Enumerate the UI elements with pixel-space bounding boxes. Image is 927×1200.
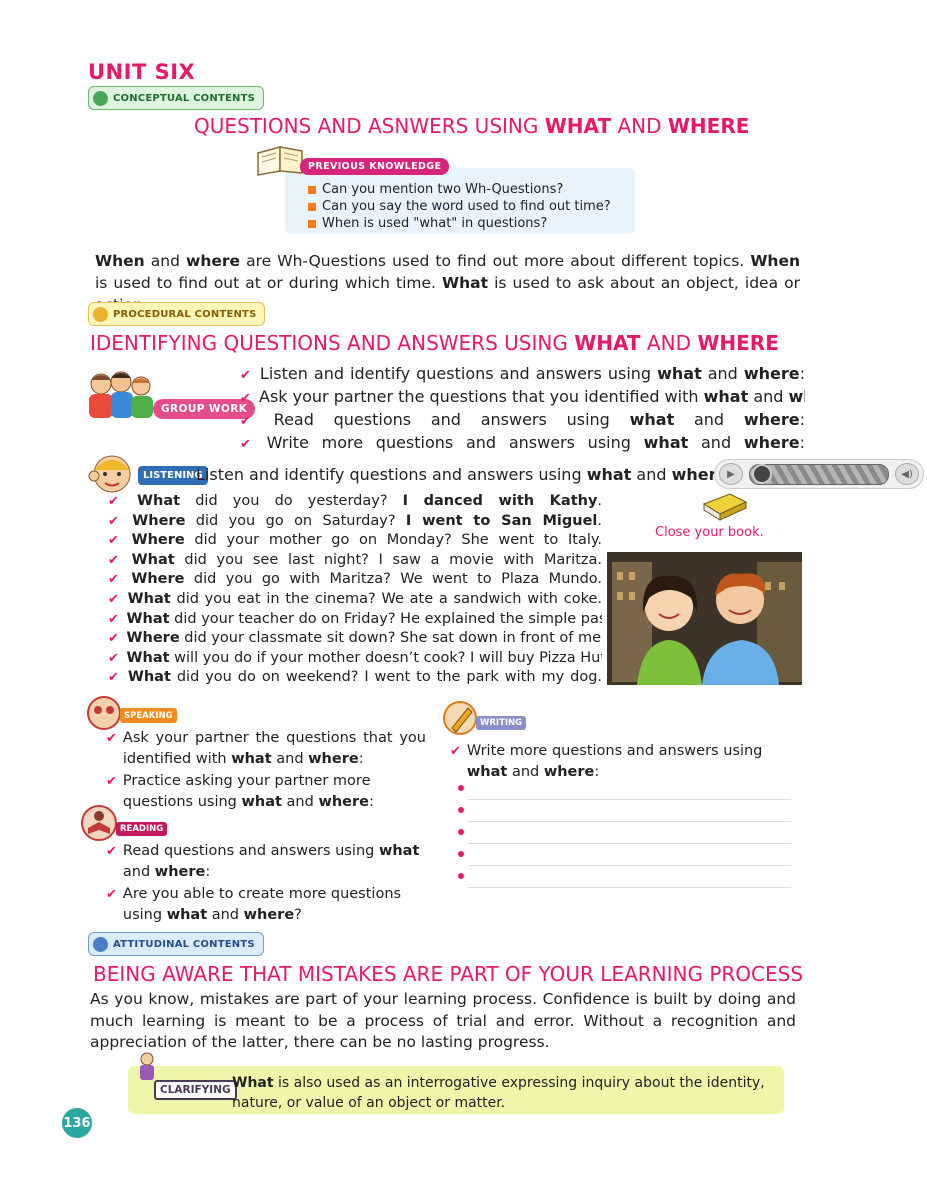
list-item: ✔ Ask your partner the questions that yo… [240,387,805,406]
page-number: 136 [62,1108,92,1138]
list-item: ✔ Read questions and answers using what … [240,410,805,429]
writing-answer-lines [456,778,791,888]
list-item: ✔ What did your teacher do on Friday? He… [108,610,602,627]
group-work-list: ✔ Listen and identify questions and answ… [240,363,805,455]
answer-line[interactable] [458,778,791,800]
unit-title: UNIT SIX [88,60,196,84]
book-icon [257,146,303,176]
clarifying-person-icon [140,1052,154,1080]
writing-label: WRITING [476,716,527,730]
audio-progress-knob[interactable] [752,464,772,484]
person-icon [93,90,108,106]
list-item: ✔ Ask your partner the questions that you… [106,730,426,767]
list-item: ✔ What did you do yesterday? I danced wi… [108,493,602,509]
group-work-children-icon [89,371,153,418]
writing-instruction: ✔ Write more questions and answers using … [450,743,763,780]
list-item: ✔ Where did your classmate sit down? She… [108,630,602,647]
section-title-2: IDENTIFYING QUESTIONS AND ANSWERS USING … [90,331,779,355]
list-item: ✔ What will you do if your mother doesn’… [108,649,602,666]
list-item: Can you say the word used to find out ti… [308,198,611,215]
answer-line[interactable] [458,866,791,888]
speaking-list: ✔ Ask your partner the questions that you… [106,728,426,814]
reading-label: READING [116,822,168,836]
boy-girl-illustration [607,552,802,685]
list-item: ✔ What did you eat in the cinema? We ate… [108,590,602,607]
answer-line[interactable] [458,800,791,822]
writing-icon [443,701,477,735]
audio-player: ▶ ◀) [714,459,924,489]
person-icon [93,306,108,322]
clarifying-label: CLARIFYING [154,1080,237,1100]
list-item: ✔ Write more questions and answers using… [240,433,805,452]
previous-knowledge-list: Can you mention two Wh-Questions? Can yo… [308,181,611,232]
section-title-3: BEING AWARE THAT MISTAKES ARE PART OF YO… [93,962,804,986]
reading-icon [81,805,117,841]
section-title-1: QUESTIONS AND ASNWERS USING WHAT AND WHE… [194,114,750,138]
list-item: ✔ Are you able to create more questions u… [106,886,402,923]
list-item: ✔ Practice asking your partner more quest… [106,773,374,810]
listening-child-icon [88,455,131,493]
previous-knowledge-label: PREVIOUS KNOWLEDGE [300,158,450,175]
conceptual-contents-tag: CONCEPTUAL CONTENTS [88,86,264,110]
list-item: ✔ Where did you go with Maritza? We went… [108,571,602,588]
list-item: When is used "what" in questions? [308,215,611,232]
list-item: Can you mention two Wh-Questions? [308,181,611,198]
person-icon [93,936,108,952]
list-item: ✔ What did you do on weekend? I went to … [108,669,602,686]
play-button[interactable]: ▶ [719,463,743,485]
speaking-label: SPEAKING [120,708,177,723]
clarifying-text: What is also used as an interrogative ex… [232,1075,765,1111]
attitude-paragraph: As you know, mistakes are part of your l… [90,990,796,1051]
list-item: ✔ Listen and identify questions and answ… [240,364,805,383]
listening-intro: Listen and identify questions and answer… [196,465,733,484]
list-item: ✔ Where did you go on Saturday? I went t… [108,512,602,529]
list-item: ✔ What did you see last night? I saw a m… [108,551,602,568]
listening-list: ✔ What did you do yesterday? I danced wi… [108,492,602,688]
close-book-caption: Close your book. [655,525,764,540]
volume-icon[interactable]: ◀) [895,463,919,485]
speaking-icon [87,696,121,730]
answer-line[interactable] [458,844,791,866]
answer-line[interactable] [458,822,791,844]
attitudinal-contents-tag: ATTITUDINAL CONTENTS [88,932,264,956]
list-item: ✔ Read questions and answers using what a… [106,843,420,880]
list-item: ✔ Where did your mother go on Monday? Sh… [108,532,602,549]
reading-list: ✔ Read questions and answers using what a… [106,841,426,927]
closed-book-icon [702,493,748,521]
procedural-contents-tag: PROCEDURAL CONTENTS [88,302,266,326]
